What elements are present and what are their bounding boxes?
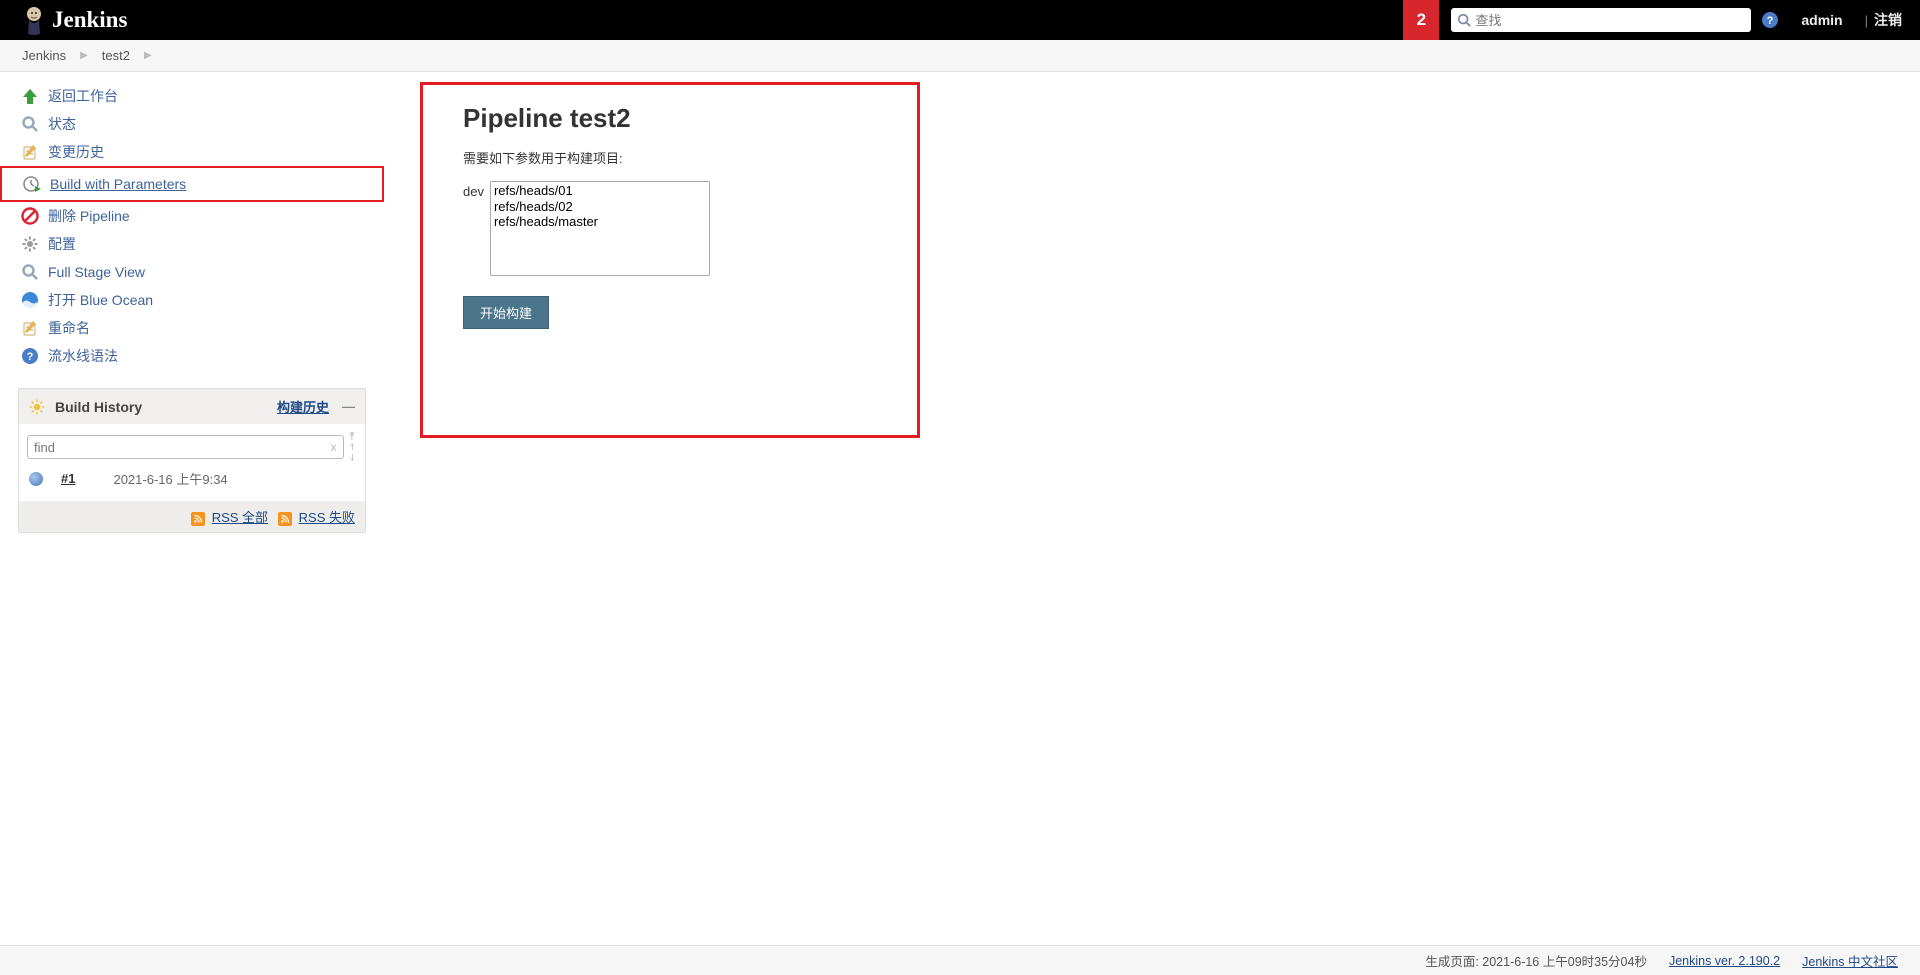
sidebar-item-label[interactable]: 配置 (48, 234, 76, 254)
sun-icon (29, 399, 45, 415)
search-input[interactable] (1475, 13, 1745, 28)
search-box[interactable] (1451, 8, 1751, 32)
svg-text:?: ? (1767, 15, 1774, 27)
side-panel: 返回工作台 状态 变更历史 Build with Parameters (0, 72, 384, 533)
page-title: Pipeline test2 (463, 103, 893, 134)
parameter-row: dev refs/heads/01 refs/heads/02 refs/hea… (463, 181, 893, 276)
build-history-find-box[interactable]: x (27, 435, 344, 459)
main-panel: Pipeline test2 需要如下参数用于构建项目: dev refs/he… (384, 72, 1920, 533)
sidebar-item-delete-pipeline[interactable]: 删除 Pipeline (0, 202, 384, 230)
sidebar-item-back-to-dashboard[interactable]: 返回工作台 (0, 82, 384, 110)
highlight-annotation: Build with Parameters (0, 166, 384, 202)
sidebar-item-label[interactable]: Full Stage View (48, 264, 145, 280)
build-history-header: Build History 构建历史 — (19, 389, 365, 424)
search-icon (20, 114, 40, 134)
sidebar-item-label[interactable]: Build with Parameters (50, 176, 186, 192)
params-description: 需要如下参数用于构建项目: (463, 148, 893, 167)
build-history-widget: Build History 构建历史 — x ⤒ ↑ ↓ (18, 388, 366, 533)
search-icon (20, 262, 40, 282)
help-icon: ? (20, 346, 40, 366)
header-logout-link[interactable]: 注销 (1874, 10, 1902, 30)
build-button[interactable]: 开始构建 (463, 296, 549, 329)
search-wrap (1451, 8, 1751, 32)
rss-icon (191, 512, 205, 526)
breadcrumb-sep-icon: ▶ (144, 50, 152, 61)
build-history-title: Build History (55, 399, 142, 415)
sidebar-item-label[interactable]: 删除 Pipeline (48, 206, 130, 226)
header-user-link[interactable]: admin (1801, 12, 1842, 28)
header-separator: | (1865, 13, 1868, 28)
breadcrumb-sep-icon: ▶ (80, 50, 88, 61)
notepad-icon (20, 318, 40, 338)
build-history-body: x ⤒ ↑ ↓ #1 2021-6-16 上午9:34 (19, 424, 365, 501)
sidebar-item-label[interactable]: 状态 (48, 114, 76, 134)
sidebar-item-label[interactable]: 重命名 (48, 318, 90, 338)
gear-icon (20, 234, 40, 254)
arrow-down-icon[interactable]: ↓ (350, 452, 356, 462)
parameter-option[interactable]: refs/heads/master (492, 214, 708, 230)
footer-generated-text: 生成页面: 2021-6-16 上午09时35分04秒 (1425, 951, 1647, 970)
sidebar-item-build-with-parameters[interactable]: Build with Parameters (2, 170, 382, 198)
blue-ocean-icon (20, 290, 40, 310)
build-history-footer: RSS 全部 RSS 失败 (19, 501, 365, 532)
sidebar-item-pipeline-syntax[interactable]: ? 流水线语法 (0, 342, 384, 370)
sidebar-item-label[interactable]: 返回工作台 (48, 86, 118, 106)
parameter-option[interactable]: refs/heads/01 (492, 183, 708, 199)
build-history-nav-arrows: ⤒ ↑ ↓ (350, 432, 358, 462)
highlight-annotation-main: Pipeline test2 需要如下参数用于构建项目: dev refs/he… (420, 82, 920, 438)
help-icon[interactable]: ? (1761, 11, 1779, 29)
footer-version-link[interactable]: Jenkins ver. 2.190.2 (1669, 954, 1780, 968)
rss-fail-link[interactable]: RSS 失败 (299, 510, 355, 525)
parameter-label: dev (463, 181, 484, 199)
search-icon (1457, 13, 1471, 27)
page-footer: 生成页面: 2021-6-16 上午09时35分04秒 Jenkins ver.… (0, 945, 1920, 975)
parameter-select[interactable]: refs/heads/01 refs/heads/02 refs/heads/m… (490, 181, 710, 276)
svg-text:?: ? (27, 351, 34, 363)
sidebar-item-label[interactable]: 打开 Blue Ocean (48, 290, 153, 310)
build-number-link[interactable]: #1 (61, 471, 75, 486)
build-history-item[interactable]: #1 2021-6-16 上午9:34 (27, 462, 357, 495)
sidebar-item-rename[interactable]: 重命名 (0, 314, 384, 342)
logo-link[interactable]: Jenkins (22, 4, 127, 36)
sidebar-item-changes[interactable]: 变更历史 (0, 138, 384, 166)
notepad-icon (20, 142, 40, 162)
sidebar-item-full-stage-view[interactable]: Full Stage View (0, 258, 384, 286)
rss-all-link[interactable]: RSS 全部 (212, 510, 268, 525)
sidebar-item-blue-ocean[interactable]: 打开 Blue Ocean (0, 286, 384, 314)
top-header: Jenkins 2 ? admin | 注销 (0, 0, 1920, 40)
rss-icon (278, 512, 292, 526)
sidebar-item-label[interactable]: 变更历史 (48, 142, 104, 162)
up-arrow-icon (20, 86, 40, 106)
build-history-find-input[interactable] (34, 440, 331, 455)
notification-badge[interactable]: 2 (1403, 0, 1439, 40)
logo-text: Jenkins (52, 7, 127, 33)
clear-icon[interactable]: x (331, 440, 337, 454)
breadcrumb-item[interactable]: test2 (102, 48, 130, 63)
build-time: 2021-6-16 上午9:34 (113, 469, 227, 488)
footer-community-link[interactable]: Jenkins 中文社区 (1802, 951, 1898, 970)
build-history-trend-link[interactable]: 构建历史 (277, 397, 329, 416)
clock-play-icon (22, 174, 42, 194)
sidebar-item-status[interactable]: 状态 (0, 110, 384, 138)
sidebar-item-configure[interactable]: 配置 (0, 230, 384, 258)
parameter-option[interactable]: refs/heads/02 (492, 199, 708, 215)
jenkins-logo-icon (22, 4, 46, 36)
breadcrumb-bar: Jenkins ▶ test2 ▶ (0, 40, 1920, 72)
delete-icon (20, 206, 40, 226)
sidebar-item-label[interactable]: 流水线语法 (48, 346, 118, 366)
collapse-icon[interactable]: — (342, 399, 355, 414)
breadcrumb-item[interactable]: Jenkins (22, 48, 66, 63)
build-status-ball-icon (29, 472, 43, 486)
